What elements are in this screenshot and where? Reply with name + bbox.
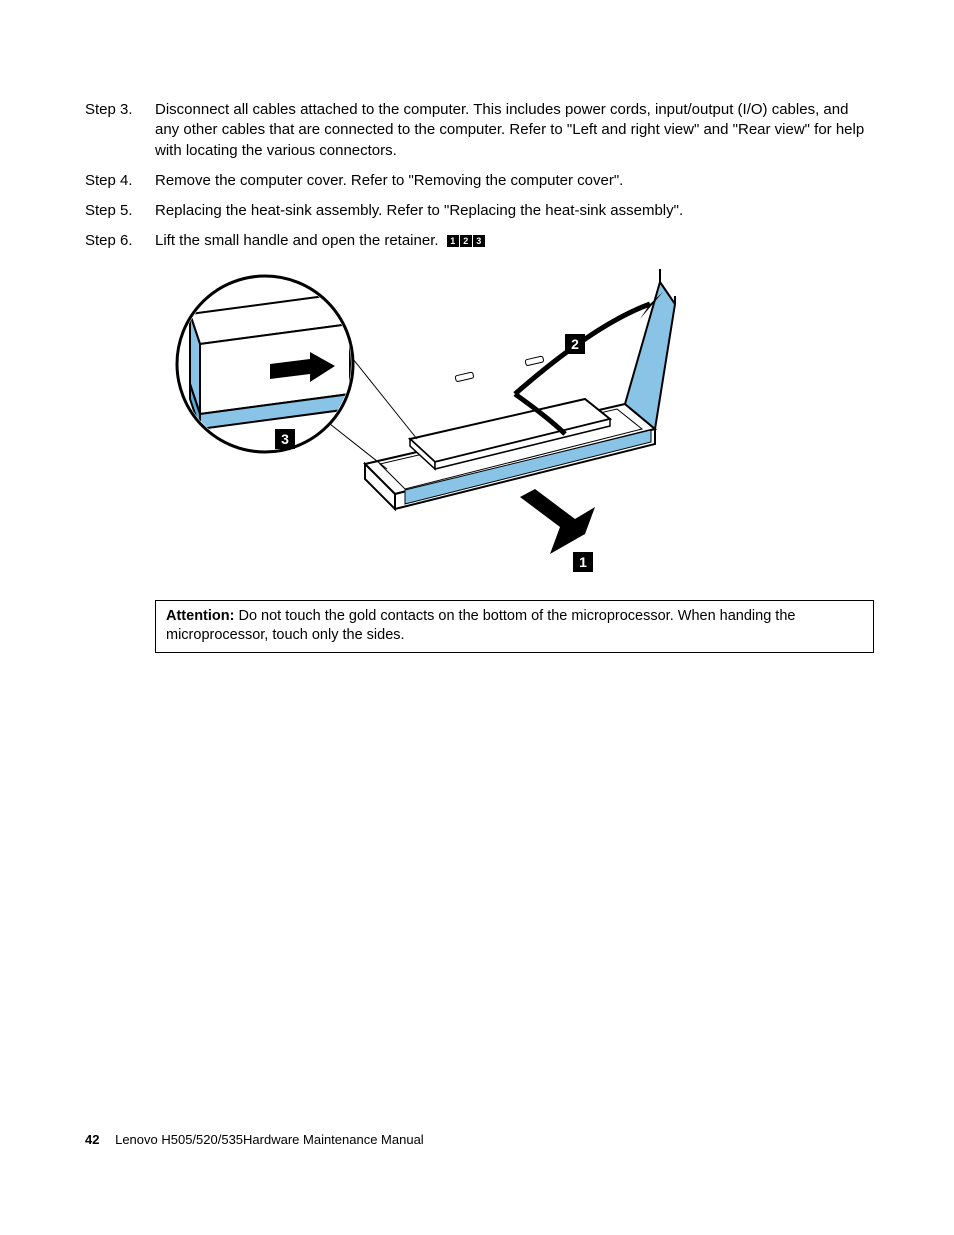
step-label: Step 3. <box>85 100 155 161</box>
step-label: Step 4. <box>85 171 155 191</box>
microprocessor-figure: 2 1 <box>155 264 874 588</box>
step-5: Step 5. Replacing the heat-sink assembly… <box>85 201 874 221</box>
svg-text:2: 2 <box>571 336 579 352</box>
callout-1-icon: 1 <box>447 235 459 247</box>
figure-callout-1: 1 <box>573 552 593 572</box>
page-content: Step 3. Disconnect all cables attached t… <box>0 0 954 653</box>
step-label: Step 5. <box>85 201 155 221</box>
step-text: Replacing the heat-sink assembly. Refer … <box>155 201 874 221</box>
footer-title: Lenovo H505/520/535Hardware Maintenance … <box>115 1132 424 1147</box>
arrow-1 <box>520 489 595 554</box>
figure-callout-3: 3 <box>275 429 295 449</box>
attention-text: Do not touch the gold contacts on the bo… <box>166 608 795 644</box>
callout-2-icon: 2 <box>460 235 472 247</box>
diagram-svg: 2 1 <box>155 264 705 584</box>
step-text: Remove the computer cover. Refer to "Rem… <box>155 171 874 191</box>
callout-3-icon: 3 <box>473 235 485 247</box>
step-6: Step 6. Lift the small handle and open t… <box>85 231 874 251</box>
detail-inset <box>177 276 417 469</box>
step-text: Disconnect all cables attached to the co… <box>155 100 874 161</box>
attention-box: Attention: Do not touch the gold contact… <box>155 600 874 653</box>
attention-label: Attention: <box>166 608 234 624</box>
page-number: 42 <box>85 1132 99 1147</box>
step6-text: Lift the small handle and open the retai… <box>155 232 439 249</box>
step-text: Lift the small handle and open the retai… <box>155 231 874 251</box>
page-footer: 42 Lenovo H505/520/535Hardware Maintenan… <box>85 1132 424 1147</box>
step-4: Step 4. Remove the computer cover. Refer… <box>85 171 874 191</box>
svg-text:1: 1 <box>579 554 587 570</box>
step-3: Step 3. Disconnect all cables attached t… <box>85 100 874 161</box>
svg-text:3: 3 <box>281 431 289 447</box>
figure-callout-2: 2 <box>565 334 585 354</box>
inline-callout-group: 1 2 3 <box>447 235 485 247</box>
retainer-lid <box>625 269 675 429</box>
step-label: Step 6. <box>85 231 155 251</box>
